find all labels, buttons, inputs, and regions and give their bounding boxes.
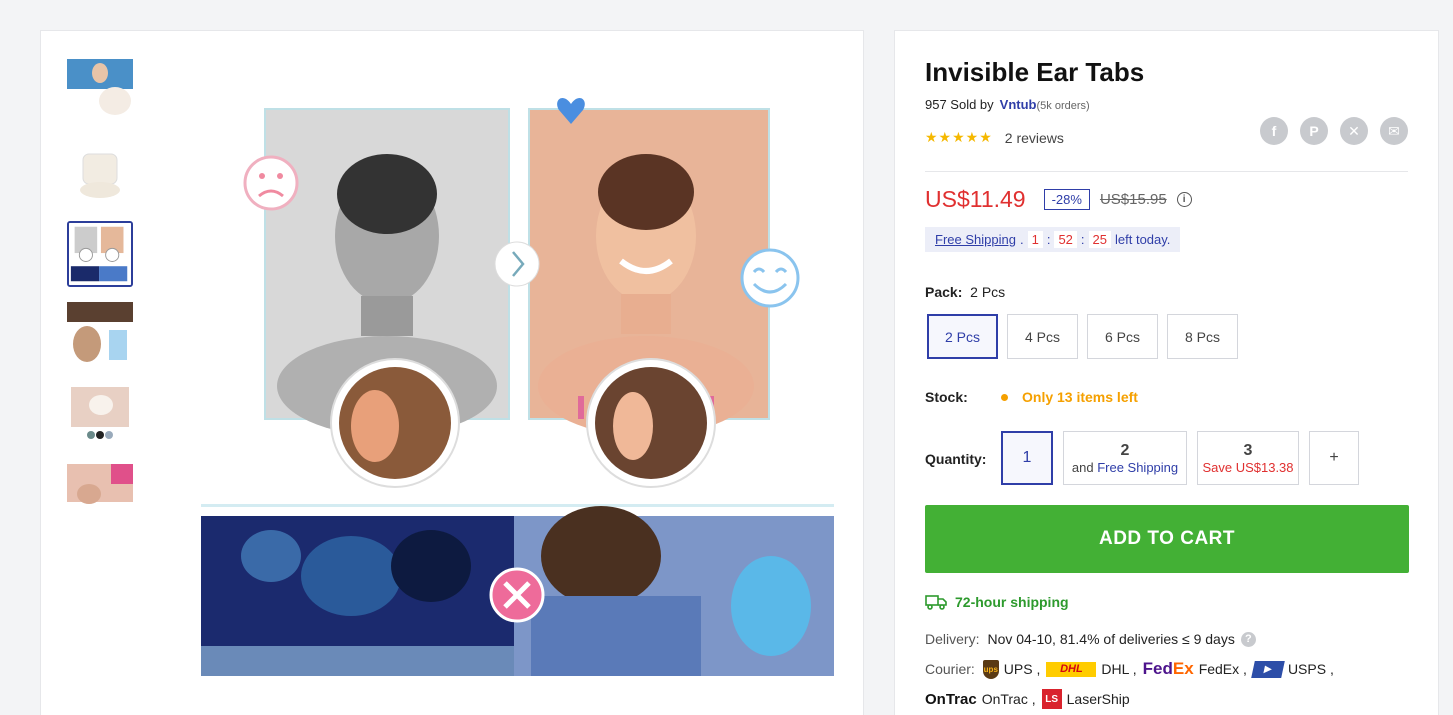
carrier-name: UPS , [1003, 661, 1041, 677]
carrier-ontrac: OnTrac OnTrac , [925, 691, 1036, 708]
countdown-sep: : [1080, 232, 1085, 247]
free-shipping-countdown: Free Shipping. 1 : 52 : 25 left today. [925, 227, 1181, 252]
thumbnail-list [67, 59, 139, 545]
quantity-2-sub: and Free Shipping [1072, 460, 1178, 475]
ups-logo-icon: ups [982, 659, 999, 679]
seller-link[interactable]: Vntub [1000, 97, 1037, 112]
free-shipping-link[interactable]: Free Shipping [935, 232, 1016, 247]
stock-status: Only 13 items left [1022, 389, 1138, 405]
courier-label: Courier: [925, 661, 975, 677]
hour-shipping-text: 72-hour shipping [955, 594, 1069, 610]
quantity-option-3[interactable]: 3 Save US$13.38 [1197, 431, 1299, 485]
pack-options: 2 Pcs 4 Pcs 6 Pcs 8 Pcs [927, 314, 1238, 359]
product-gallery [40, 30, 864, 715]
thumbnail-1[interactable] [67, 59, 133, 125]
carrier-lasership: LS LaserShip [1041, 689, 1130, 709]
main-product-image [201, 86, 834, 711]
shipping-dot: . [1019, 232, 1024, 247]
courier-line: Courier: ups UPS , DHL DHL , Fed Ex FedEx… [925, 659, 1415, 709]
product-info-panel: Invisible Ear Tabs 957 Sold by Vntub(5k o… [894, 30, 1439, 715]
quantity-label: Quantity: [925, 451, 987, 467]
countdown-hours: 1 [1027, 231, 1043, 248]
pack-selected-value: 2 Pcs [970, 284, 1006, 300]
share-buttons: f P ✕ ✉ [1260, 117, 1408, 145]
stock-label: Stock: [925, 389, 968, 405]
discount-badge: -28% [1043, 189, 1090, 210]
price-line: US$11.49 -28% US$15.95 i [925, 186, 1192, 213]
info-icon[interactable]: i [1176, 192, 1192, 207]
delivery-value: Nov 04-10, 81.4% of deliveries ≤ 9 days [987, 631, 1235, 647]
quantity-option-2[interactable]: 2 and Free Shipping [1063, 431, 1187, 485]
pack-label: Pack: 2 Pcs [925, 284, 1005, 300]
thumbnail-6[interactable] [67, 464, 133, 530]
fedex-logo-icon: Fed Ex [1142, 659, 1194, 678]
pack-option-6[interactable]: 6 Pcs [1087, 314, 1158, 359]
quantity-2-value: 2 [1120, 441, 1130, 459]
usps-logo-icon: ▶ [1251, 660, 1285, 678]
countdown-seconds: 25 [1088, 231, 1111, 248]
quantity-2-free-shipping: Free Shipping [1097, 459, 1179, 475]
dhl-logo-icon: DHL [1046, 661, 1097, 677]
quantity-options: 1 2 and Free Shipping 3 Save US$13.38 + [1001, 431, 1359, 485]
quantity-plus-button[interactable]: + [1309, 431, 1359, 485]
rating-line: ★★★★★ 2 reviews [925, 129, 1064, 146]
pack-option-4[interactable]: 4 Pcs [1007, 314, 1078, 359]
help-icon[interactable]: ? [1240, 631, 1256, 647]
pinterest-icon[interactable]: P [1300, 117, 1328, 145]
stock-dot-icon [1001, 393, 1008, 401]
thumbnail-2[interactable] [67, 140, 133, 206]
countdown-minutes: 52 [1054, 231, 1077, 248]
add-to-cart-button[interactable]: ADD TO CART [925, 505, 1409, 573]
reviews-link[interactable]: 2 reviews [1005, 130, 1064, 146]
thumbnail-4[interactable] [67, 302, 133, 368]
carrier-name: OnTrac , [981, 691, 1036, 707]
product-title: Invisible Ear Tabs [925, 57, 1145, 87]
carrier-name: FedEx , [1198, 661, 1247, 677]
carrier-fedex: Fed Ex FedEx , [1143, 659, 1247, 679]
hour-shipping-line: 72-hour shipping [925, 594, 1069, 610]
pack-label-text: Pack: [925, 284, 963, 300]
ontrac-logo-icon: OnTrac [925, 690, 977, 708]
quantity-option-1[interactable]: 1 [1001, 431, 1053, 485]
carrier-usps: ▶ USPS , [1251, 660, 1334, 678]
x-icon[interactable]: ✕ [1340, 117, 1368, 145]
delivery-label: Delivery: [925, 631, 980, 647]
facebook-icon[interactable]: f [1260, 117, 1288, 145]
original-price: US$15.95 [1099, 191, 1167, 208]
quantity-2-and: and [1071, 459, 1094, 475]
countdown-sep: : [1046, 232, 1051, 247]
pack-option-8[interactable]: 8 Pcs [1167, 314, 1238, 359]
carrier-name: LaserShip [1066, 691, 1130, 707]
carrier-name: USPS , [1287, 661, 1334, 677]
carrier-ups: ups UPS , [982, 659, 1041, 679]
divider [925, 171, 1408, 172]
sold-by-line: 957 Sold by Vntub(5k orders) [925, 97, 1090, 112]
seller-orders: (5k orders) [1036, 100, 1090, 112]
carrier-name: DHL , [1101, 661, 1137, 677]
sold-count: 957 Sold by [925, 97, 994, 112]
thumbnail-3-active[interactable] [67, 221, 133, 287]
countdown-suffix: left today. [1115, 232, 1171, 247]
quantity-3-value: 3 [1243, 441, 1253, 459]
email-icon[interactable]: ✉ [1380, 117, 1408, 145]
stock-line: Stock: Only 13 items left [925, 389, 1138, 405]
carrier-dhl: DHL DHL , [1046, 661, 1137, 677]
rating-stars: ★★★★★ [925, 129, 993, 145]
delivery-line: Delivery: Nov 04-10, 81.4% of deliveries… [925, 631, 1256, 647]
quantity-3-savings: Save US$13.38 [1202, 459, 1294, 475]
truck-icon [925, 595, 947, 610]
quantity-1-value: 1 [1022, 449, 1032, 466]
current-price: US$11.49 [925, 186, 1026, 212]
thumbnail-5[interactable] [67, 383, 133, 449]
pack-option-2[interactable]: 2 Pcs [927, 314, 998, 359]
lasership-logo-icon: LS [1041, 689, 1062, 709]
